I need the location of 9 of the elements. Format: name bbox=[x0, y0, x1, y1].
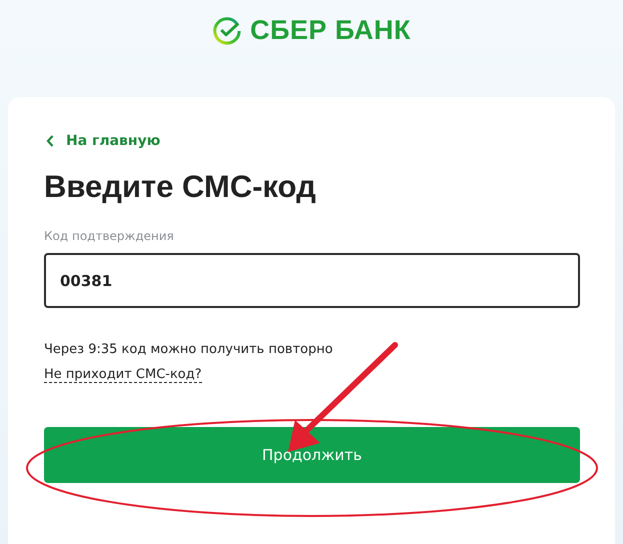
bank-logo: СБЕР БАНК bbox=[212, 15, 411, 46]
resend-note: Через 9:35 код можно получить повторно bbox=[44, 342, 334, 357]
code-input-field[interactable]: 00381 bbox=[44, 253, 580, 308]
logo-icon bbox=[212, 16, 242, 46]
field-label: Код подтверждения bbox=[44, 229, 174, 243]
help-link[interactable]: Не приходит СМС-код? bbox=[44, 367, 202, 383]
back-link[interactable]: На главную bbox=[44, 133, 160, 149]
chevron-left-icon bbox=[46, 135, 54, 147]
page-title: Введите СМС-код bbox=[44, 169, 317, 205]
